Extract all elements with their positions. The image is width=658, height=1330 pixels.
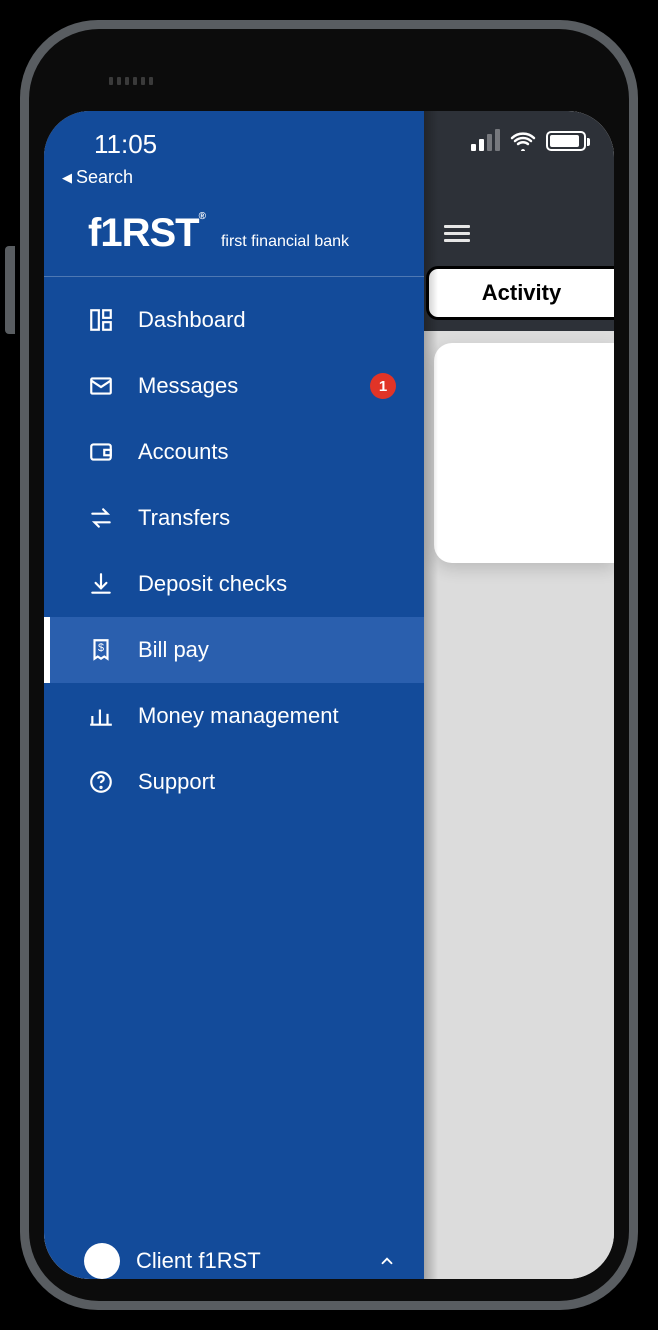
status-time: 11:05 bbox=[94, 129, 402, 160]
sidebar-item-label: Messages bbox=[138, 373, 238, 399]
hamburger-menu-button[interactable] bbox=[444, 221, 474, 245]
messages-badge: 1 bbox=[370, 373, 396, 399]
sidebar-item-label: Dashboard bbox=[138, 307, 246, 333]
support-icon bbox=[88, 769, 114, 795]
sidebar-drawer: 11:05 Search f1RST® first financial bank bbox=[44, 111, 424, 1279]
sidebar-item-messages[interactable]: Messages 1 bbox=[44, 353, 424, 419]
sidebar-item-label: Transfers bbox=[138, 505, 230, 531]
tab-activity-label: Activity bbox=[482, 280, 561, 306]
sidebar-item-label: Support bbox=[138, 769, 215, 795]
back-to-search-link[interactable]: Search bbox=[62, 167, 133, 188]
sidebar-item-support[interactable]: Support bbox=[44, 749, 424, 815]
phone-speaker bbox=[109, 77, 153, 85]
chevron-up-icon bbox=[378, 1252, 396, 1270]
svg-text:$: $ bbox=[98, 642, 104, 654]
sidebar-item-accounts[interactable]: Accounts bbox=[44, 419, 424, 485]
sidebar-item-label: Deposit checks bbox=[138, 571, 287, 597]
phone-screen: Activity bbox=[44, 111, 614, 1279]
sidebar-item-label: Money management bbox=[138, 703, 339, 729]
sidebar-item-transfers[interactable]: Transfers bbox=[44, 485, 424, 551]
user-name: Client f1RST bbox=[136, 1248, 261, 1274]
cellular-signal-icon bbox=[471, 131, 500, 151]
sidebar-item-deposit-checks[interactable]: Deposit checks bbox=[44, 551, 424, 617]
brand-logo: f1RST® bbox=[88, 211, 205, 256]
sidebar-item-money-management[interactable]: Money management bbox=[44, 683, 424, 749]
avatar bbox=[84, 1243, 120, 1279]
dashboard-icon bbox=[88, 307, 114, 333]
status-bar-left: 11:05 Search bbox=[44, 111, 424, 171]
phone-device-frame: Activity bbox=[0, 0, 658, 1330]
content-card bbox=[434, 343, 614, 563]
billpay-icon: $ bbox=[88, 637, 114, 663]
money-mgmt-icon bbox=[88, 703, 114, 729]
phone-bezel: Activity bbox=[20, 20, 638, 1310]
status-bar-right bbox=[471, 131, 586, 151]
tab-activity[interactable]: Activity bbox=[426, 266, 614, 320]
phone-side-button bbox=[5, 246, 15, 334]
phone-inner: Activity bbox=[29, 29, 629, 1301]
sidebar-item-dashboard[interactable]: Dashboard bbox=[44, 287, 424, 353]
sidebar-nav: Dashboard Messages 1 bbox=[44, 277, 424, 1229]
messages-icon bbox=[88, 373, 114, 399]
accounts-icon bbox=[88, 439, 114, 465]
brand-subtitle: first financial bank bbox=[221, 233, 349, 251]
deposit-icon bbox=[88, 571, 114, 597]
sidebar-item-label: Bill pay bbox=[138, 637, 209, 663]
back-label: Search bbox=[76, 167, 133, 188]
transfers-icon bbox=[88, 505, 114, 531]
sidebar-item-bill-pay[interactable]: $ Bill pay bbox=[44, 617, 424, 683]
battery-icon bbox=[546, 131, 586, 151]
wifi-icon bbox=[510, 131, 536, 151]
sidebar-item-label: Accounts bbox=[138, 439, 229, 465]
user-profile-row[interactable]: Client f1RST bbox=[44, 1229, 424, 1279]
